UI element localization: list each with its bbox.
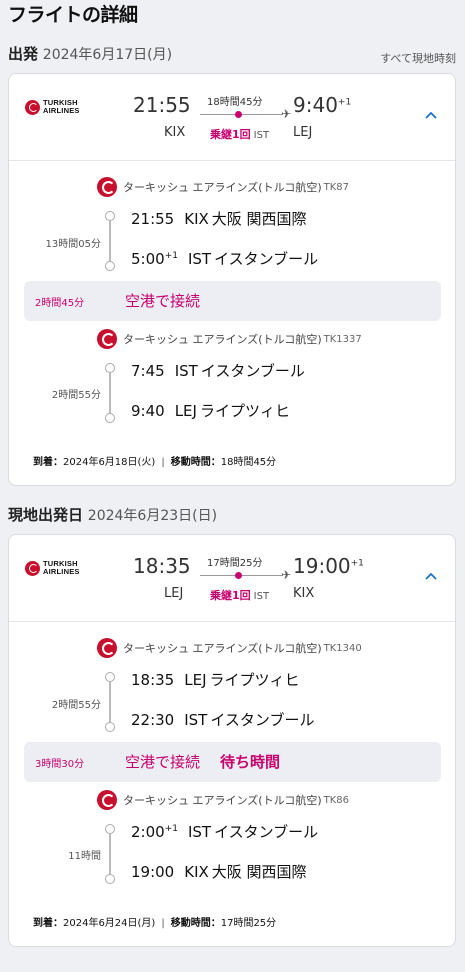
layover-text: 空港で接続: [125, 753, 201, 771]
arrival-time: 9:40+1: [293, 93, 352, 117]
departure-code: KIX: [164, 125, 186, 140]
turkish-airlines-logo-icon: [97, 790, 117, 810]
layover-duration: 2時間45分: [35, 298, 85, 309]
arrival-time: 19:00+1: [293, 554, 364, 578]
arrival-code: LEJ: [293, 125, 313, 140]
airline-logo: TURKISH AIRLINES: [25, 560, 80, 576]
plane-icon: ✈: [281, 107, 292, 121]
segment-airline: ターキッシュ エアラインズ(トルコ航空) TK1337: [97, 329, 362, 349]
segment-duration: 2時間55分: [51, 390, 101, 401]
departure-code: LEJ: [164, 586, 184, 601]
turkish-airlines-logo-icon: [25, 560, 40, 576]
outbound-header-date: 2024年6月17日(月): [42, 47, 173, 63]
outbound-summary[interactable]: TURKISH AIRLINES 21:55 KIX 18時間45分 ✈ 乗継1…: [9, 74, 455, 161]
layover-box: 3時間30分 空港で接続 待ち時間: [24, 742, 441, 782]
return-summary[interactable]: TURKISH AIRLINES 18:35 LEJ 17時間25分 ✈ 乗継1…: [9, 535, 455, 622]
layover-box: 2時間45分 空港で接続: [24, 281, 441, 321]
turkish-airlines-logo-icon: [25, 99, 40, 115]
page-title: フライトの詳細: [8, 4, 138, 26]
segment-arrival: 5:00+1 IST イスタンブール: [131, 250, 319, 268]
turkish-airlines-logo-icon: [97, 638, 117, 658]
segment-timeline: [105, 824, 115, 884]
segment-arrival: 9:40 LEJ ライプツィヒ: [131, 402, 290, 420]
segment-airline: ターキッシュ エアラインズ(トルコ航空) TK87: [97, 177, 349, 197]
arrival-summary: 到着：2024年6月24日(月) | 移動時間：17時間25分: [33, 918, 277, 929]
return-header-date: 2024年6月23日(日): [87, 508, 218, 524]
segment-departure: 18:35 LEJ ライプツィヒ: [131, 671, 300, 689]
layover-duration: 3時間30分: [35, 759, 85, 770]
return-header-label: 現地出発日: [8, 506, 84, 524]
segment-duration: 11時間: [68, 851, 101, 862]
return-card: TURKISH AIRLINES 18:35 LEJ 17時間25分 ✈ 乗継1…: [8, 534, 456, 947]
turkish-airlines-logo-icon: [97, 177, 117, 197]
chevron-up-icon[interactable]: [424, 107, 438, 121]
segment-departure: 7:45 IST イスタンブール: [131, 362, 305, 380]
departure-time: 18:35: [133, 554, 191, 578]
departure-time: 21:55: [133, 93, 191, 117]
stop-dot: [235, 572, 242, 579]
outbound-card: TURKISH AIRLINES 21:55 KIX 18時間45分 ✈ 乗継1…: [8, 73, 456, 486]
segment-timeline: [105, 211, 115, 271]
outbound-header: 出発 2024年6月17日(月): [8, 43, 172, 64]
segment-arrival: 22:30 IST イスタンブール: [131, 711, 315, 729]
total-duration: 18時間45分: [207, 97, 263, 108]
arrival-summary: 到着：2024年6月18日(火) | 移動時間：18時間45分: [33, 457, 277, 468]
segment-arrival: 19:00 KIX 大阪 関西国際: [131, 863, 307, 881]
wait-time-label: 待ち時間: [220, 753, 281, 771]
segment-airline: ターキッシュ エアラインズ(トルコ航空) TK1340: [97, 638, 362, 658]
layover-text: 空港で接続: [125, 292, 201, 310]
chevron-up-icon[interactable]: [424, 568, 438, 582]
segment-duration: 13時間05分: [45, 239, 101, 250]
turkish-airlines-logo-icon: [97, 329, 117, 349]
outbound-header-label: 出発: [8, 45, 39, 63]
total-duration: 17時間25分: [207, 558, 263, 569]
segment-departure: 2:00+1 IST イスタンブール: [131, 823, 319, 841]
return-header: 現地出発日 2024年6月23日(日): [8, 504, 217, 525]
segment-departure: 21:55 KIX 大阪 関西国際: [131, 210, 307, 228]
plane-icon: ✈: [281, 568, 292, 582]
segment-duration: 2時間55分: [51, 700, 101, 711]
airline-logo: TURKISH AIRLINES: [25, 99, 80, 115]
segment-timeline: [105, 363, 115, 423]
timezone-note: すべて現地時刻: [380, 52, 456, 65]
arrival-code: KIX: [293, 586, 315, 601]
segment-airline: ターキッシュ エアラインズ(トルコ航空) TK86: [97, 790, 349, 810]
segment-timeline: [105, 672, 115, 732]
stops-info: 乗継1回 IST: [210, 128, 270, 141]
stop-dot: [235, 111, 242, 118]
stops-info: 乗継1回 IST: [210, 589, 270, 602]
